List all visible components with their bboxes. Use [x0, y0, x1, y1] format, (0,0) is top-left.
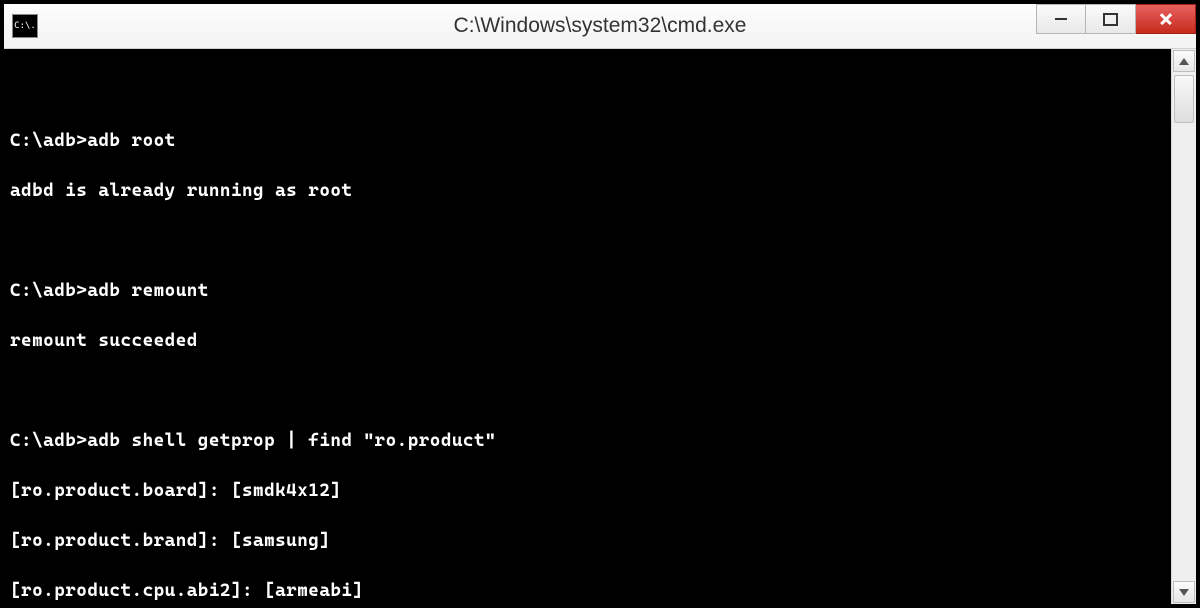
window-title: C:\Windows\system32\cmd.exe [4, 14, 1196, 38]
line: [ro.product.brand]: [samsung] [10, 528, 1165, 553]
client-area: C:\adb>adb root adbd is already running … [4, 49, 1196, 604]
scroll-down-button[interactable] [1173, 581, 1195, 603]
prompt: C:\adb> [10, 130, 87, 151]
line: remount succeeded [10, 328, 1165, 353]
cmd: adb shell getprop | find "ro.product" [87, 430, 496, 451]
app-icon-label: C:\. [14, 21, 36, 31]
line: C:\adb>adb root [10, 128, 1165, 153]
line: C:\adb>adb remount [10, 278, 1165, 303]
prompt: C:\adb> [10, 280, 87, 301]
maximize-icon [1103, 13, 1118, 26]
line [10, 228, 1165, 253]
vertical-scrollbar[interactable] [1171, 49, 1196, 604]
minimize-icon [1055, 18, 1067, 20]
close-icon [1155, 8, 1177, 30]
cmd: adb root [87, 130, 175, 151]
chevron-down-icon [1179, 589, 1189, 596]
close-button[interactable] [1136, 4, 1196, 34]
line: C:\adb>adb shell getprop | find "ro.prod… [10, 428, 1165, 453]
maximize-button[interactable] [1086, 4, 1136, 34]
cmd: adb remount [87, 280, 209, 301]
line [10, 78, 1165, 103]
prompt: C:\adb> [10, 430, 87, 451]
minimize-button[interactable] [1036, 4, 1086, 34]
title-bar[interactable]: C:\. C:\Windows\system32\cmd.exe [4, 4, 1196, 49]
scroll-thumb[interactable] [1174, 75, 1194, 123]
window-controls [1036, 4, 1196, 48]
window-frame: C:\. C:\Windows\system32\cmd.exe C:\adb>… [0, 0, 1200, 608]
terminal-output[interactable]: C:\adb>adb root adbd is already running … [4, 49, 1171, 604]
line [10, 378, 1165, 403]
line: adbd is already running as root [10, 178, 1165, 203]
line: [ro.product.cpu.abi2]: [armeabi] [10, 578, 1165, 603]
scroll-up-button[interactable] [1173, 50, 1195, 72]
scroll-track[interactable] [1172, 73, 1196, 580]
chevron-up-icon [1179, 58, 1189, 65]
line: [ro.product.board]: [smdk4x12] [10, 478, 1165, 503]
app-icon: C:\. [12, 14, 38, 38]
